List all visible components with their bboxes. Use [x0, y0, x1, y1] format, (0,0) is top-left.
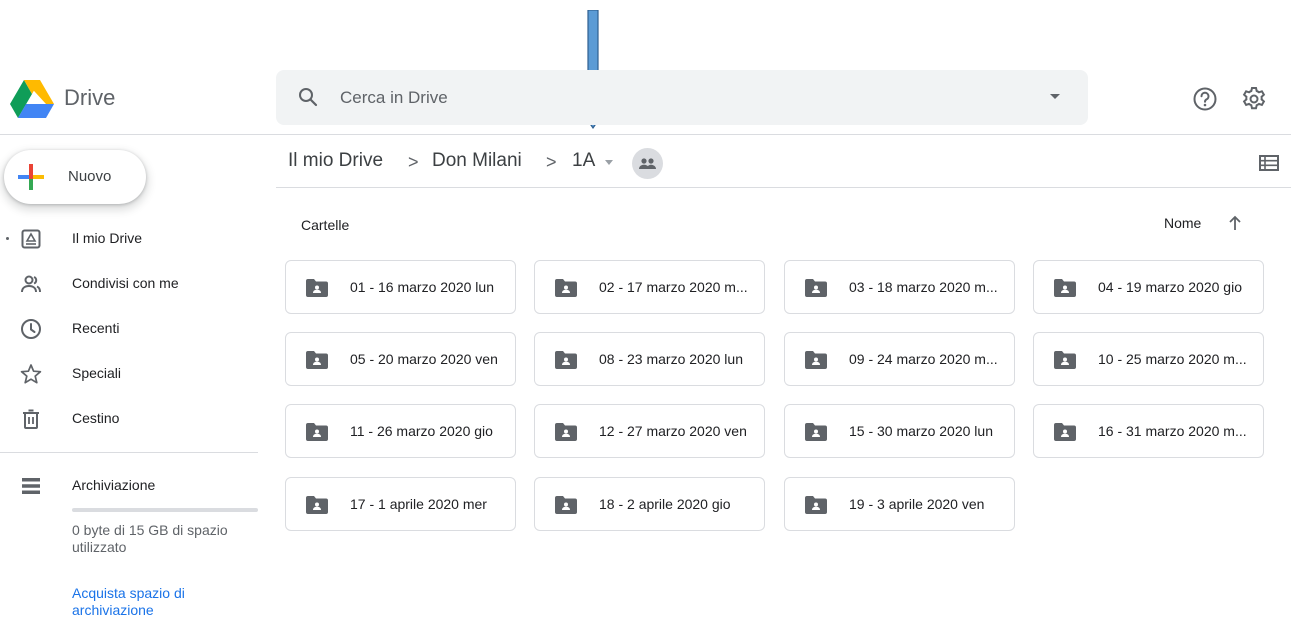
folder-item[interactable]: 04 - 19 marzo 2020 gio [1033, 260, 1264, 314]
breadcrumb-my-drive[interactable]: Il mio Drive [288, 150, 383, 172]
sidebar-item-storage[interactable]: Archiviazione [0, 466, 258, 506]
search-input[interactable] [338, 84, 1022, 112]
sort-ascending-arrow-icon[interactable] [1227, 214, 1243, 232]
sidebar-item-recent[interactable]: Recenti [0, 309, 258, 349]
folder-name: 18 - 2 aprile 2020 gio [599, 496, 731, 512]
folder-item[interactable]: 16 - 31 marzo 2020 m... [1033, 404, 1264, 458]
shared-folder-icon [1054, 351, 1076, 369]
trash-icon [23, 409, 39, 429]
folder-name: 17 - 1 aprile 2020 mer [350, 496, 487, 512]
folder-item[interactable]: 08 - 23 marzo 2020 lun [534, 332, 765, 386]
folder-name: 05 - 20 marzo 2020 ven [350, 351, 498, 367]
folder-name: 15 - 30 marzo 2020 lun [849, 423, 993, 439]
search-options-caret-icon[interactable] [1050, 94, 1060, 99]
shared-folder-icon [1054, 423, 1076, 441]
folder-item[interactable]: 18 - 2 aprile 2020 gio [534, 477, 765, 531]
folders-section-title: Cartelle [301, 217, 350, 233]
folder-name: 02 - 17 marzo 2020 m... [599, 279, 748, 295]
sidebar-item-starred[interactable]: Speciali [0, 354, 258, 394]
folder-name: 08 - 23 marzo 2020 lun [599, 351, 743, 367]
sidebar-item-label: Recenti [72, 320, 120, 336]
breadcrumb-separator: > [546, 152, 557, 172]
buy-storage-link[interactable]: Acquista spazio di archiviazione [72, 585, 258, 619]
drive-logo-icon[interactable] [10, 78, 54, 118]
shared-folder-icon [306, 351, 328, 369]
shared-with-me-icon [21, 275, 41, 293]
shared-folder-icon [306, 423, 328, 441]
shared-folder-icon [555, 496, 577, 514]
breadcrumb-divider [276, 187, 1291, 188]
clock-icon [21, 319, 41, 339]
search-bar[interactable] [276, 70, 1088, 125]
header-divider [0, 134, 1291, 135]
breadcrumb-don-milani[interactable]: Don Milani [432, 150, 522, 172]
sidebar-item-shared-with-me[interactable]: Condivisi con me [0, 264, 258, 304]
star-icon [20, 364, 42, 384]
sidebar-item-label: Il mio Drive [72, 230, 143, 246]
shared-folder-icon [555, 279, 577, 297]
gear-icon[interactable] [1240, 85, 1268, 113]
help-icon[interactable] [1192, 86, 1218, 112]
folder-item[interactable]: 01 - 16 marzo 2020 lun [285, 260, 516, 314]
shared-folder-icon [805, 279, 827, 297]
new-button-label: Nuovo [68, 168, 112, 185]
folder-name: 16 - 31 marzo 2020 m... [1098, 423, 1247, 439]
folder-name: 12 - 27 marzo 2020 ven [599, 423, 747, 439]
folder-name: 09 - 24 marzo 2020 m... [849, 351, 998, 367]
sidebar-item-label: Speciali [72, 365, 122, 381]
folder-item[interactable]: 11 - 26 marzo 2020 gio [285, 404, 516, 458]
folder-item[interactable]: 17 - 1 aprile 2020 mer [285, 477, 516, 531]
folder-name: 04 - 19 marzo 2020 gio [1098, 279, 1242, 295]
plus-icon [18, 164, 44, 190]
folder-item[interactable]: 15 - 30 marzo 2020 lun [784, 404, 1015, 458]
shared-folder-icon [805, 351, 827, 369]
folder-name: 03 - 18 marzo 2020 m... [849, 279, 998, 295]
sidebar-item-my-drive[interactable]: Il mio Drive [0, 219, 258, 259]
shared-folder-icon [306, 279, 328, 297]
shared-folder-icon [555, 423, 577, 441]
folder-item[interactable]: 02 - 17 marzo 2020 m... [534, 260, 765, 314]
folder-name: 01 - 16 marzo 2020 lun [350, 279, 494, 295]
folder-item[interactable]: 05 - 20 marzo 2020 ven [285, 332, 516, 386]
folder-name: 19 - 3 aprile 2020 ven [849, 496, 985, 512]
sort-by-name-label[interactable]: Nome [1164, 215, 1201, 231]
shared-folder-icon [306, 496, 328, 514]
sidebar-item-label: Cestino [72, 410, 120, 426]
shared-folder-icon [1054, 279, 1076, 297]
my-drive-icon [21, 229, 41, 249]
sidebar-divider [0, 452, 258, 453]
shared-folder-icon [555, 351, 577, 369]
storage-progress-bar [72, 508, 258, 512]
folder-item[interactable]: 10 - 25 marzo 2020 m... [1033, 332, 1264, 386]
shared-folder-icon [805, 496, 827, 514]
storage-icon [22, 478, 40, 494]
folder-item[interactable]: 03 - 18 marzo 2020 m... [784, 260, 1015, 314]
new-button[interactable]: Nuovo [4, 150, 146, 204]
sidebar-item-label: Condivisi con me [72, 275, 179, 291]
folder-menu-caret-icon[interactable] [605, 160, 613, 165]
breadcrumb-separator: > [408, 152, 419, 172]
storage-usage-text: 0 byte di 15 GB di spazio utilizzato [72, 522, 228, 555]
storage-label: Archiviazione [72, 477, 156, 493]
list-view-icon[interactable] [1258, 152, 1280, 174]
folder-item[interactable]: 09 - 24 marzo 2020 m... [784, 332, 1015, 386]
folder-item[interactable]: 19 - 3 aprile 2020 ven [784, 477, 1015, 531]
folder-name: 11 - 26 marzo 2020 gio [350, 423, 493, 439]
shared-people-icon[interactable] [632, 148, 663, 179]
breadcrumb-current-folder[interactable]: 1A [572, 150, 595, 172]
sidebar-item-trash[interactable]: Cestino [0, 399, 258, 439]
folder-name: 10 - 25 marzo 2020 m... [1098, 351, 1247, 367]
folder-item[interactable]: 12 - 27 marzo 2020 ven [534, 404, 765, 458]
expand-dot [6, 237, 9, 240]
shared-folder-icon [805, 423, 827, 441]
search-icon[interactable] [298, 87, 318, 107]
app-name[interactable]: Drive [64, 85, 115, 111]
